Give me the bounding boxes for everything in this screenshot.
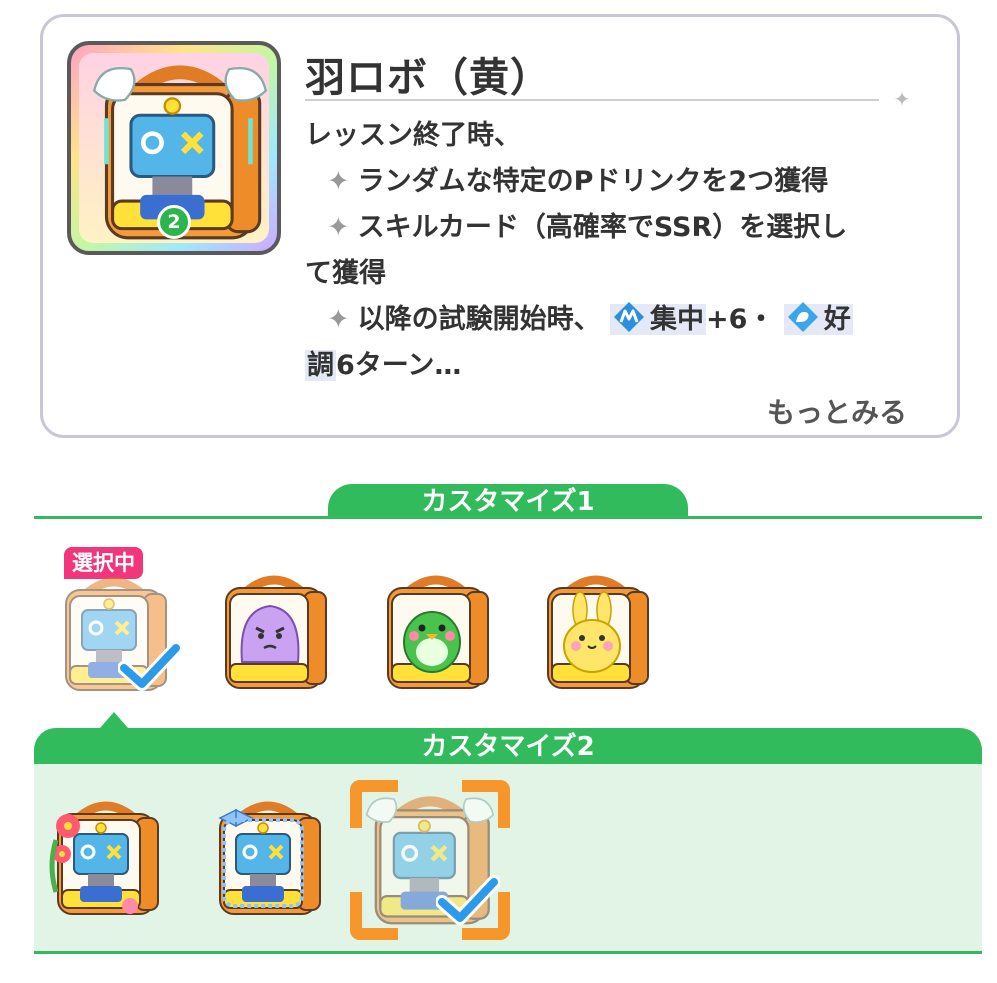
tab-customize2: カスタマイズ2 bbox=[421, 732, 595, 762]
item-info-card: 2 羽ロボ（黄） ✦ レッスン終了時、 ✦ ランダムな特定のPドリンクを2つ獲得 … bbox=[40, 14, 960, 438]
customize1-option-green-bird[interactable] bbox=[374, 570, 498, 694]
title-divider bbox=[305, 99, 879, 101]
customize1-option-purple-monster[interactable] bbox=[212, 570, 336, 694]
desc-bullet-2-cont: て獲得 bbox=[305, 258, 386, 289]
concentration-buff-chip[interactable]: 集中 bbox=[610, 302, 707, 335]
selection-pointer bbox=[100, 712, 128, 728]
bullet-sparkle-icon: ✦ bbox=[327, 212, 350, 243]
sparkle-icon: ✦ bbox=[893, 87, 911, 111]
green-bird-bag-icon bbox=[374, 570, 498, 694]
focus-corner-bl bbox=[350, 892, 398, 940]
customize1-option-yellow-bunny[interactable] bbox=[534, 570, 658, 694]
level-badge-icon: 2 bbox=[157, 205, 191, 239]
bullet-sparkle-icon: ✦ bbox=[327, 166, 350, 197]
item-description: レッスン終了時、 ✦ ランダムな特定のPドリンクを2つ獲得 ✦ スキルカード（高確率… bbox=[305, 113, 925, 389]
bullet-sparkle-icon: ✦ bbox=[327, 304, 350, 335]
tab-customize1: カスタマイズ1 bbox=[328, 484, 688, 518]
desc-bullet-3-cont: 調6ターン… bbox=[305, 350, 462, 381]
item-title: 羽ロボ（黄） bbox=[305, 55, 551, 101]
item-thumbnail: 2 bbox=[67, 41, 281, 255]
desc-bullet-1: ✦ ランダムな特定のPドリンクを2つ獲得 bbox=[327, 166, 829, 197]
customize1-option-robo[interactable] bbox=[52, 572, 176, 696]
show-more-link[interactable]: もっとみる bbox=[767, 391, 907, 431]
ribbon-bag-icon bbox=[206, 796, 330, 920]
customize2-bottom-rule bbox=[34, 951, 982, 954]
focus-corner-tl bbox=[350, 780, 398, 828]
focus-corner-br bbox=[462, 892, 510, 940]
yellow-bunny-bag-icon bbox=[534, 570, 658, 694]
desc-bullet-3: ✦ 以降の試験開始時、 集中+6・ 好 bbox=[305, 297, 925, 343]
checkmark-icon bbox=[118, 638, 182, 694]
good-condition-buff-icon bbox=[787, 302, 818, 332]
desc-line-trigger: レッスン終了時、 bbox=[305, 120, 521, 151]
flower-bag-icon bbox=[49, 796, 168, 920]
focus-corner-tr bbox=[462, 780, 510, 828]
customize2-option-ribbon[interactable] bbox=[206, 796, 330, 920]
concentration-buff-icon bbox=[614, 302, 645, 332]
purple-monster-bag-icon bbox=[212, 570, 336, 694]
desc-bullet-2: ✦ スキルカード（高確率でSSR）を選択し bbox=[327, 212, 848, 243]
good-condition-buff-chip[interactable]: 好 bbox=[783, 302, 853, 335]
customize2-option-flower[interactable] bbox=[44, 796, 168, 920]
